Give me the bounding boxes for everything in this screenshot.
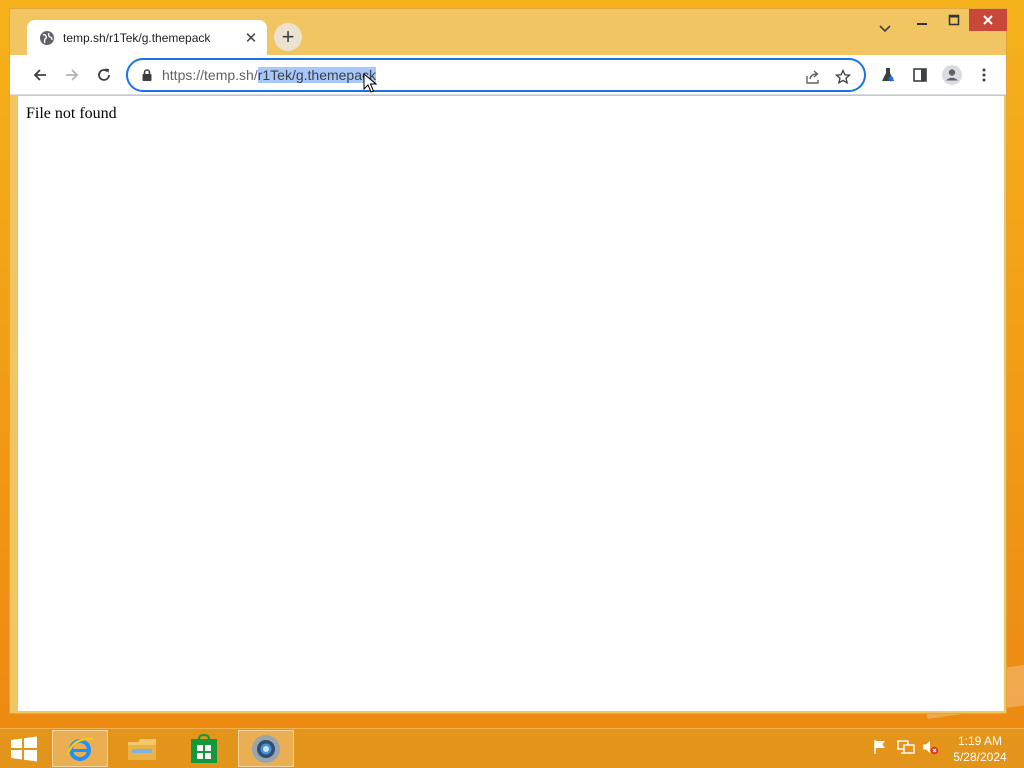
tab-close-icon[interactable]: ✕	[241, 28, 261, 48]
network-icon	[897, 740, 915, 754]
taskbar-clock[interactable]: 1:19 AM 5/28/2024	[948, 733, 1012, 765]
browser-tab[interactable]: temp.sh/r1Tek/g.themepack ✕	[27, 20, 267, 56]
taskbar-internet-explorer[interactable]	[52, 730, 108, 767]
url-prefix: https://temp.sh/	[162, 67, 258, 83]
clock-time: 1:19 AM	[957, 734, 1003, 748]
close-icon	[983, 15, 993, 25]
maximize-button[interactable]	[939, 9, 969, 31]
error-message: File not found	[26, 105, 117, 122]
taskbar-chrome[interactable]	[238, 730, 294, 767]
page-content: File not found	[18, 96, 1004, 711]
mouse-cursor-icon	[363, 73, 377, 93]
arrow-right-icon	[66, 69, 79, 81]
minimize-icon	[917, 23, 927, 25]
star-icon	[835, 69, 851, 85]
globe-icon	[40, 31, 54, 45]
taskbar-file-explorer[interactable]	[114, 730, 170, 767]
minimize-button[interactable]	[905, 9, 939, 31]
reload-button[interactable]	[88, 59, 120, 91]
windows-start-button[interactable]	[8, 735, 40, 763]
chevron-down-icon	[879, 25, 891, 33]
browser-window: temp.sh/r1Tek/g.themepack ✕ + https://te…	[9, 8, 1007, 714]
side-panel-button[interactable]	[904, 59, 936, 91]
avatar-icon	[942, 65, 962, 85]
arrow-left-icon	[33, 69, 46, 81]
browser-titlebar: temp.sh/r1Tek/g.themepack ✕ +	[10, 9, 1007, 56]
maximize-icon	[948, 14, 960, 26]
omnibox-actions	[798, 64, 858, 90]
taskbar: 1:19 AM 5/28/2024	[0, 728, 1024, 768]
internet-explorer-icon	[65, 737, 94, 761]
share-icon	[806, 70, 819, 84]
back-button[interactable]	[24, 59, 56, 91]
store-icon	[191, 733, 217, 763]
close-window-button[interactable]	[969, 9, 1007, 31]
action-center-tray[interactable]	[872, 739, 888, 755]
side-panel-icon	[913, 68, 927, 82]
forward-button[interactable]	[56, 59, 88, 91]
tab-search-button[interactable]	[872, 15, 898, 41]
volume-muted-icon	[923, 741, 939, 755]
labs-button[interactable]	[872, 59, 904, 91]
browser-toolbar: https://temp.sh/r1Tek/g.themepack	[10, 55, 1006, 95]
reload-icon	[98, 68, 110, 81]
menu-button[interactable]	[968, 59, 1000, 91]
network-tray[interactable]	[897, 739, 915, 755]
clock-date: 5/28/2024	[953, 750, 1007, 764]
folder-icon	[128, 738, 156, 760]
taskbar-store[interactable]	[176, 730, 232, 767]
lock-icon[interactable]	[140, 68, 154, 82]
profile-button[interactable]	[936, 59, 968, 91]
volume-tray[interactable]	[921, 739, 939, 755]
share-button[interactable]	[798, 64, 828, 90]
url-text[interactable]: https://temp.sh/r1Tek/g.themepack	[162, 67, 377, 83]
url-selection: r1Tek/g.themepack	[257, 67, 377, 83]
flask-icon	[882, 68, 894, 82]
new-tab-button[interactable]: +	[274, 23, 302, 51]
tab-title: temp.sh/r1Tek/g.themepack	[63, 31, 211, 45]
flag-icon	[874, 740, 885, 754]
more-vert-icon	[982, 68, 986, 82]
chrome-icon	[252, 734, 280, 763]
bookmark-button[interactable]	[828, 64, 858, 90]
address-bar[interactable]: https://temp.sh/r1Tek/g.themepack	[126, 58, 866, 92]
